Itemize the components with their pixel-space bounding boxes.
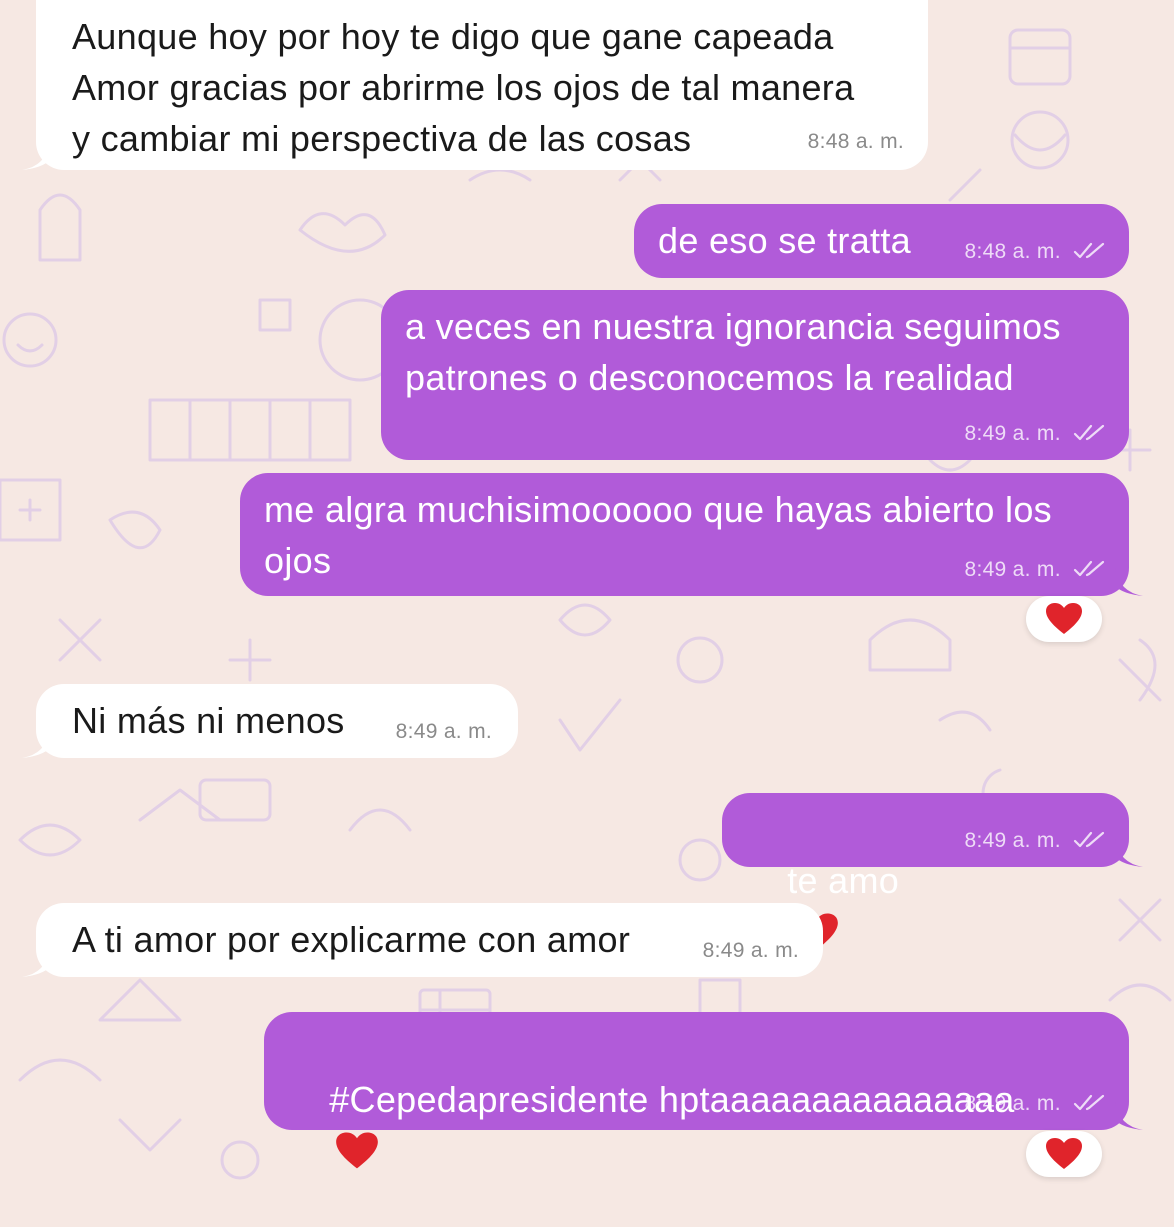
message-time: 8:49 a. m.: [964, 422, 1107, 446]
outgoing-message[interactable]: me algra muchisimoooooo que hayas abiert…: [240, 473, 1143, 596]
double-check-icon: [1073, 831, 1105, 848]
message-text: A ti amor por explicarme con amor: [72, 919, 631, 960]
bubble-tail: [22, 949, 50, 977]
red-heart-icon: [1046, 1138, 1082, 1169]
time-label: 8:49 a. m.: [964, 1092, 1061, 1115]
time-label: 8:48 a. m.: [964, 240, 1061, 263]
bubble-tail: [1115, 568, 1143, 596]
reaction-badge[interactable]: [1026, 596, 1102, 642]
bubble-tail: [22, 730, 50, 758]
bubble-tail: [1115, 839, 1143, 867]
bubble-tail: [1115, 1102, 1143, 1130]
message-text: #Cepedapresidente hptaaaaaaaaaaaaaaa: [288, 1023, 1105, 1227]
outgoing-message[interactable]: de eso se tratta 8:48 a. m.: [634, 204, 1129, 278]
incoming-message[interactable]: A ti amor por explicarme con amor 8:49 a…: [22, 903, 823, 977]
red-heart-icon: [336, 1132, 379, 1169]
incoming-message[interactable]: Ni más ni menos 8:49 a. m.: [22, 684, 518, 758]
message-text: a veces en nuestra ignorancia seguimos p…: [405, 306, 1061, 398]
double-check-icon: [1073, 560, 1105, 577]
double-check-icon: [1073, 1094, 1105, 1111]
message-text: Aunque hoy por hoy te digo que gane cape…: [72, 16, 855, 159]
time-label: 8:49 a. m.: [964, 558, 1061, 581]
message-time: 8:49 a. m.: [395, 720, 492, 743]
bubble-tail: [22, 142, 50, 170]
time-label: 8:49 a. m.: [964, 829, 1061, 852]
incoming-message[interactable]: Aunque hoy por hoy te digo que gane cape…: [22, 0, 928, 170]
message-time: 8:49 a. m.: [964, 558, 1107, 582]
message-text-body: te amo: [787, 860, 900, 901]
message-text-body: #Cepedapresidente hptaaaaaaaaaaaaaaa: [329, 1079, 1015, 1120]
reaction-badge[interactable]: [1026, 1131, 1102, 1177]
double-check-icon: [1073, 424, 1105, 441]
double-check-icon: [1073, 242, 1105, 259]
outgoing-message[interactable]: te amo 8:49 a. m.: [722, 793, 1143, 950]
message-time: 8:49 a. m.: [702, 939, 799, 962]
outgoing-message[interactable]: a veces en nuestra ignorancia seguimos p…: [381, 290, 1129, 460]
message-time: 8:48 a. m.: [807, 130, 904, 153]
time-label: 8:49 a. m.: [964, 422, 1061, 445]
message-time: 8:49 a. m.: [964, 1092, 1107, 1116]
message-time: 8:48 a. m.: [964, 240, 1107, 264]
message-time: 8:49 a. m.: [964, 829, 1107, 853]
red-heart-icon: [1046, 603, 1082, 634]
outgoing-message[interactable]: #Cepedapresidente hptaaaaaaaaaaaaaaa 8:4…: [264, 1012, 1143, 1169]
